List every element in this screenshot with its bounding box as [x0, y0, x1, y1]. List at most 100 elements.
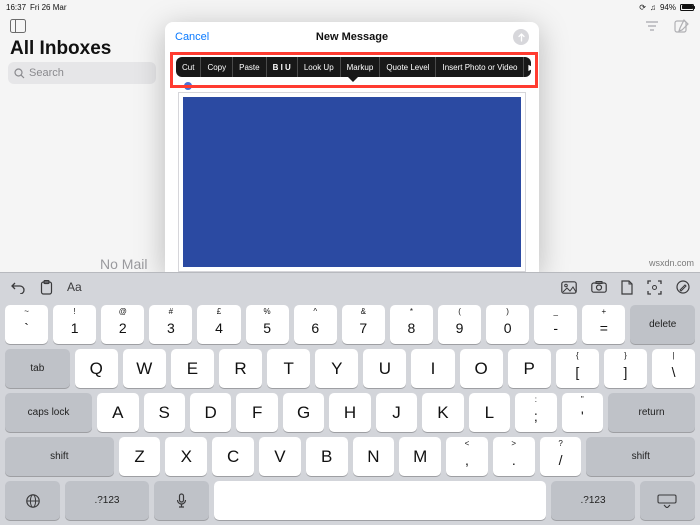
key-4[interactable]: £4 [197, 305, 240, 344]
key-9[interactable]: (9 [438, 305, 481, 344]
key-7[interactable]: &7 [342, 305, 385, 344]
compose-header: Cancel New Message [165, 22, 539, 52]
kb-row-1: ~` !1 @2 #3 £4 %5 ^6 &7 *8 (9 )0 _- += d… [5, 305, 695, 344]
key-comma[interactable]: <, [446, 437, 488, 476]
edit-menu-biu[interactable]: B I U [267, 57, 298, 77]
undo-icon[interactable] [10, 280, 26, 294]
document-icon[interactable] [621, 280, 633, 295]
key-u[interactable]: U [363, 349, 406, 388]
attached-image[interactable] [183, 97, 521, 267]
edit-menu-insert-photo[interactable]: Insert Photo or Video [436, 57, 524, 77]
key-l[interactable]: L [469, 393, 510, 432]
key-equals[interactable]: += [582, 305, 625, 344]
key-p[interactable]: P [508, 349, 551, 388]
send-button[interactable] [513, 29, 529, 45]
keyboard: Aa ~` !1 @2 #3 £4 %5 ^6 &7 *8 [0, 272, 700, 525]
key-q[interactable]: Q [75, 349, 118, 388]
key-backslash[interactable]: |\ [652, 349, 695, 388]
key-z[interactable]: Z [119, 437, 161, 476]
key-num-left[interactable]: .?123 [65, 481, 148, 520]
key-t[interactable]: T [267, 349, 310, 388]
edit-menu-more[interactable]: ▶ [524, 57, 538, 77]
key-return[interactable]: return [608, 393, 695, 432]
key-j[interactable]: J [376, 393, 417, 432]
battery-icon [680, 4, 694, 11]
edit-menu-markup[interactable]: Markup [341, 57, 381, 77]
key-i[interactable]: I [411, 349, 454, 388]
kb-row-2: tab Q W E R T Y U I O P {[ }] |\ [5, 349, 695, 388]
key-c[interactable]: C [212, 437, 254, 476]
clipboard-icon[interactable] [40, 280, 53, 295]
kb-row-4: shift Z X C V B N M <, >. ?/ shift [5, 437, 695, 476]
key-capslock[interactable]: caps lock [5, 393, 92, 432]
key-2[interactable]: @2 [101, 305, 144, 344]
key-y[interactable]: Y [315, 349, 358, 388]
keyboard-rows: ~` !1 @2 #3 £4 %5 ^6 &7 *8 (9 )0 _- += d… [0, 301, 700, 525]
orientation-lock-icon: ⟳ [639, 3, 646, 12]
key-x[interactable]: X [165, 437, 207, 476]
key-0[interactable]: )0 [486, 305, 529, 344]
key-shift-right[interactable]: shift [586, 437, 695, 476]
key-delete[interactable]: delete [630, 305, 695, 344]
key-tab[interactable]: tab [5, 349, 70, 388]
edit-menu-quote-level[interactable]: Quote Level [380, 57, 436, 77]
key-dismiss-keyboard[interactable] [640, 481, 695, 520]
key-slash[interactable]: ?/ [540, 437, 582, 476]
edit-menu-copy[interactable]: Copy [201, 57, 233, 77]
edit-menu-paste[interactable]: Paste [233, 57, 266, 77]
key-6[interactable]: ^6 [294, 305, 337, 344]
key-n[interactable]: N [353, 437, 395, 476]
key-a[interactable]: A [97, 393, 138, 432]
kb-row-5: .?123 .?123 [5, 481, 695, 520]
edit-menu-tail [348, 77, 358, 82]
markup-pen-icon[interactable] [676, 280, 690, 294]
key-d[interactable]: D [190, 393, 231, 432]
text-format-button[interactable]: Aa [67, 280, 82, 294]
key-1[interactable]: !1 [53, 305, 96, 344]
key-v[interactable]: V [259, 437, 301, 476]
key-quote[interactable]: "' [562, 393, 603, 432]
key-globe[interactable] [5, 481, 60, 520]
sidebar-toggle-icon[interactable] [10, 18, 26, 34]
key-o[interactable]: O [460, 349, 503, 388]
key-r[interactable]: R [219, 349, 262, 388]
text-cursor-handle[interactable] [184, 82, 192, 90]
kb-row-3: caps lock A S D F G H J K L :; "' return [5, 393, 695, 432]
key-f[interactable]: F [236, 393, 277, 432]
key-w[interactable]: W [123, 349, 166, 388]
key-num-right[interactable]: .?123 [551, 481, 634, 520]
key-shift-left[interactable]: shift [5, 437, 114, 476]
key-space[interactable] [214, 481, 547, 520]
edit-menu-cut[interactable]: Cut [176, 57, 201, 77]
key-g[interactable]: G [283, 393, 324, 432]
scan-icon[interactable] [647, 280, 662, 295]
key-backtick[interactable]: ~` [5, 305, 48, 344]
key-semicolon[interactable]: :; [515, 393, 556, 432]
key-m[interactable]: M [399, 437, 441, 476]
key-5[interactable]: %5 [246, 305, 289, 344]
key-k[interactable]: K [422, 393, 463, 432]
compose-icon[interactable] [674, 18, 690, 34]
filter-icon[interactable] [644, 18, 660, 34]
headphone-icon: ♫ [650, 3, 656, 12]
key-3[interactable]: #3 [149, 305, 192, 344]
key-period[interactable]: >. [493, 437, 535, 476]
search-input[interactable]: Search [8, 62, 156, 84]
keyboard-toolbar: Aa [0, 273, 700, 301]
key-bracket-left[interactable]: {[ [556, 349, 599, 388]
key-mic[interactable] [154, 481, 209, 520]
screen: 16:37 Fri 26 Mar ⟳ ♫ 94% All Inboxes S [0, 0, 700, 525]
edit-menu: Cut Copy Paste B I U Look Up Markup Quot… [176, 57, 531, 77]
photo-icon[interactable] [561, 281, 577, 294]
key-b[interactable]: B [306, 437, 348, 476]
key-bracket-right[interactable]: }] [604, 349, 647, 388]
key-8[interactable]: *8 [390, 305, 433, 344]
camera-icon[interactable] [591, 281, 607, 293]
edit-menu-lookup[interactable]: Look Up [298, 57, 341, 77]
cancel-button[interactable]: Cancel [175, 31, 209, 43]
key-e[interactable]: E [171, 349, 214, 388]
key-s[interactable]: S [144, 393, 185, 432]
watermark: wsxdn.com [649, 258, 694, 268]
key-minus[interactable]: _- [534, 305, 577, 344]
key-h[interactable]: H [329, 393, 370, 432]
